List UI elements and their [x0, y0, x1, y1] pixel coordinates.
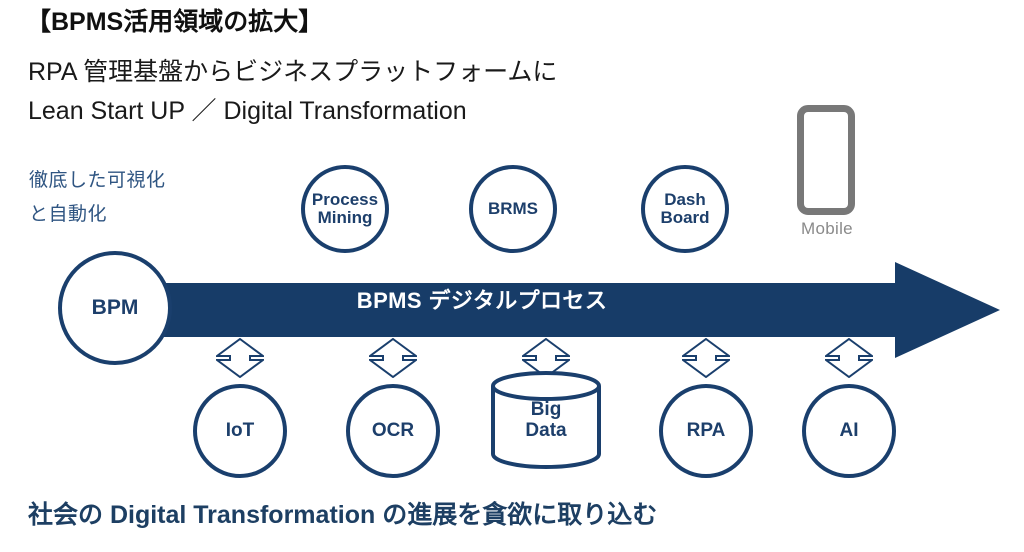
node-mobile[interactable]: Mobile [797, 105, 857, 239]
node-brms[interactable]: BRMS [469, 165, 557, 253]
node-ocr-label: OCR [371, 419, 415, 441]
connector-iot [213, 337, 267, 379]
slide-canvas: 【BPMS活用領域の拡大】 RPA 管理基盤からビジネスプラットフォームに Le… [0, 0, 1024, 552]
connector-rpa [679, 337, 733, 379]
node-dash-board[interactable]: Dash Board [641, 165, 729, 253]
left-note-line-1: 徹底した可視化 [29, 170, 166, 191]
subtitle-line-2: Lean Start UP ／ Digital Transformation [28, 97, 467, 125]
node-ai-label: AI [839, 419, 859, 441]
node-iot-label: IoT [225, 419, 255, 441]
node-ai[interactable]: AI [802, 384, 896, 478]
node-rpa-label: RPA [686, 419, 726, 441]
double-arrow-icon [213, 337, 267, 379]
connector-ai [822, 337, 876, 379]
subtitle-line-1: RPA 管理基盤からビジネスプラットフォームに [28, 58, 558, 86]
node-rpa[interactable]: RPA [659, 384, 753, 478]
double-arrow-icon [366, 337, 420, 379]
footer-note: 社会の Digital Transformation の進展を貪欲に取り込む [28, 501, 658, 529]
mobile-phone-icon [797, 105, 855, 215]
double-arrow-icon [822, 337, 876, 379]
node-ocr[interactable]: OCR [346, 384, 440, 478]
left-note-line-2: と自動化 [29, 204, 108, 225]
node-dash-board-label: Dash Board [660, 189, 710, 227]
node-brms-label: BRMS [487, 198, 539, 218]
page-title: 【BPMS活用領域の拡大】 [26, 8, 324, 36]
database-cylinder-icon [491, 371, 601, 469]
connector-ocr [366, 337, 420, 379]
node-process-mining-label: Process Mining [311, 189, 379, 227]
node-bpm[interactable]: BPM [58, 251, 172, 365]
node-bpm-label: BPM [91, 295, 139, 319]
node-iot[interactable]: IoT [193, 384, 287, 478]
node-big-data[interactable]: Big Data [489, 370, 603, 470]
double-arrow-icon [679, 337, 733, 379]
node-mobile-label: Mobile [801, 219, 853, 238]
node-process-mining[interactable]: Process Mining [301, 165, 389, 253]
